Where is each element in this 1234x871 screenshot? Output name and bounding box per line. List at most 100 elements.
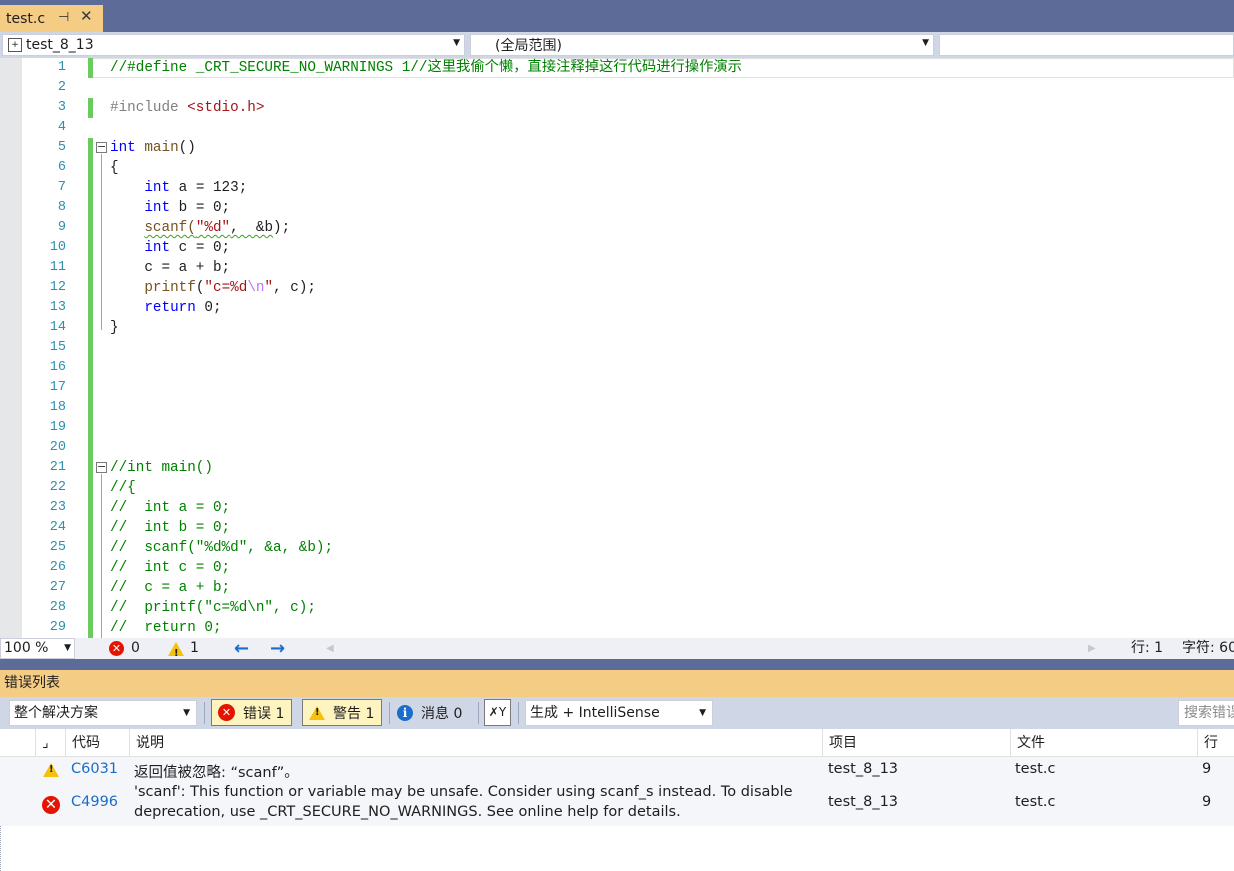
project-dropdown[interactable]: + test_8_13 ▼ <box>2 34 465 56</box>
messages-filter-label: 消息 0 <box>421 705 463 722</box>
code-line[interactable] <box>110 418 1230 438</box>
code-token: int <box>144 240 171 256</box>
code-line[interactable]: int main() <box>110 138 1230 158</box>
code-line[interactable]: // int b = 0; <box>110 518 1230 538</box>
code-token: // scanf("%d%d", &a, &b); <box>110 540 334 556</box>
line-number: 13 <box>49 300 66 315</box>
code-token: , c); <box>273 280 316 296</box>
code-line[interactable] <box>110 78 1230 98</box>
filter-icon[interactable]: ✗Y <box>484 699 511 726</box>
outline-line <box>101 154 102 330</box>
code-line[interactable]: scanf("%d", &b); <box>110 218 1230 238</box>
line-number: 17 <box>49 380 66 395</box>
code-line[interactable]: int a = 123; <box>110 178 1230 198</box>
code-line[interactable]: //#define _CRT_SECURE_NO_WARNINGS 1//这里我… <box>110 58 1230 78</box>
scope-dropdown[interactable]: (全局范围) ▼ <box>470 34 934 56</box>
code-line[interactable]: return 0; <box>110 298 1230 318</box>
code-token: int <box>110 140 136 156</box>
collapse-icon[interactable]: − <box>96 461 107 473</box>
tab-title: test.c <box>6 10 46 27</box>
code-line[interactable]: int b = 0; <box>110 198 1230 218</box>
warnings-filter-button[interactable]: 警告 1 <box>302 699 383 726</box>
line-number: 11 <box>49 260 66 275</box>
code-line[interactable] <box>110 398 1230 418</box>
column-code[interactable]: 代码 <box>65 729 129 757</box>
scroll-left-icon[interactable]: ◀ <box>326 638 334 659</box>
scope-filter-dropdown[interactable]: 整个解决方案 ▼ <box>9 700 197 726</box>
member-dropdown[interactable] <box>939 34 1234 56</box>
search-input[interactable]: 搜索错误列表 <box>1178 700 1234 726</box>
error-icon: ✕ <box>42 796 60 814</box>
line-number: 8 <box>57 200 66 215</box>
code-line[interactable]: int c = 0; <box>110 238 1230 258</box>
error-project: test_8_13 <box>828 794 899 810</box>
column-line[interactable]: 行 <box>1197 729 1234 757</box>
pin-icon[interactable]: ⊣ <box>58 10 69 25</box>
chevron-down-icon: ▼ <box>183 708 190 718</box>
collapse-icon[interactable]: − <box>96 141 107 153</box>
code-line[interactable]: // return 0; <box>110 618 1230 638</box>
scope-filter-label: 整个解决方案 <box>14 705 98 721</box>
column-project[interactable]: 项目 <box>822 729 1010 757</box>
line-numbers: 1 2 3 4 5 6 7 8 9 10 11 12 13 14 15 16 17 18 19 20 21 22 23 24 2… <box>22 58 66 638</box>
document-tab-strip: test.c ⊣ ✕ <box>0 0 1234 32</box>
change-tracking-bar <box>88 58 93 638</box>
line-number: 25 <box>49 540 66 555</box>
code-line[interactable]: //{ <box>110 478 1230 498</box>
chevron-down-icon: ▼ <box>922 38 929 48</box>
error-code-link[interactable]: C4996 <box>71 794 118 810</box>
errors-filter-button[interactable]: ✕ 错误 1 <box>211 699 293 726</box>
warning-count-indicator[interactable]: 1 <box>168 638 199 664</box>
code-token: " <box>264 280 274 296</box>
error-count-indicator[interactable]: ✕ 0 <box>109 638 140 659</box>
zoom-level: 100 % <box>4 640 49 656</box>
code-line[interactable]: #include <stdio.h> <box>110 98 1230 118</box>
tab-test-c[interactable]: test.c ⊣ ✕ <box>0 5 103 32</box>
code-editor[interactable]: 1 2 3 4 5 6 7 8 9 10 11 12 13 14 15 16 17 18 19 20 21 22 23 24 2… <box>0 58 1234 638</box>
code-line[interactable]: // int c = 0; <box>110 558 1230 578</box>
code-token: // c = a + b; <box>110 580 231 596</box>
code-token: { <box>110 160 119 176</box>
close-icon[interactable]: ✕ <box>80 7 93 25</box>
messages-filter-button[interactable]: i 消息 0 <box>390 699 470 726</box>
table-row[interactable]: ✕ C4996 'scanf': This function or variab… <box>0 784 1234 826</box>
line-number: 21 <box>49 460 66 475</box>
sort-icon[interactable]: ⌟ <box>35 729 65 757</box>
error-count: 0 <box>131 640 140 656</box>
line-number: 29 <box>49 620 66 635</box>
code-text[interactable]: //#define _CRT_SECURE_NO_WARNINGS 1//这里我… <box>110 58 1230 638</box>
error-file: test.c <box>1015 794 1056 810</box>
code-line[interactable] <box>110 438 1230 458</box>
error-icon: ✕ <box>218 704 235 721</box>
code-token: #include <box>110 100 188 116</box>
code-line[interactable] <box>110 338 1230 358</box>
code-line[interactable]: { <box>110 158 1230 178</box>
navigate-back-icon[interactable]: ← <box>234 638 249 659</box>
code-line[interactable] <box>110 358 1230 378</box>
code-line[interactable]: // scanf("%d%d", &a, &b); <box>110 538 1230 558</box>
code-token: printf <box>144 280 196 296</box>
column-description[interactable]: 说明 <box>129 729 822 757</box>
code-line[interactable]: } <box>110 318 1230 338</box>
column-file[interactable]: 文件 <box>1010 729 1197 757</box>
code-line[interactable]: printf("c=%d\n", c); <box>110 278 1230 298</box>
code-line[interactable]: // c = a + b; <box>110 578 1230 598</box>
code-line[interactable]: // printf("c=%d\n", c); <box>110 598 1230 618</box>
line-number: 10 <box>49 240 66 255</box>
code-line[interactable] <box>110 378 1230 398</box>
navigate-forward-icon[interactable]: → <box>270 638 285 659</box>
scope-name: (全局范围) <box>495 38 562 54</box>
editor-status-strip: 100 % ▼ ✕ 0 1 ← → ◀ ▶ 行: 1 字符: 60 <box>0 638 1234 664</box>
table-row[interactable]: C6031 返回值被忽略: “scanf”。 test_8_13 test.c … <box>0 757 1234 784</box>
error-code-link[interactable]: C6031 <box>71 761 118 777</box>
code-line[interactable]: c = a + b; <box>110 258 1230 278</box>
warning-icon <box>43 763 59 777</box>
scroll-right-icon[interactable]: ▶ <box>1088 638 1096 659</box>
build-filter-dropdown[interactable]: 生成 + IntelliSense ▼ <box>525 700 713 726</box>
code-line[interactable]: // int a = 0; <box>110 498 1230 518</box>
zoom-dropdown[interactable]: 100 % ▼ <box>0 638 75 659</box>
panel-splitter[interactable] <box>0 659 1234 670</box>
code-line[interactable] <box>110 118 1230 138</box>
code-line[interactable]: //int main() <box>110 458 1230 478</box>
